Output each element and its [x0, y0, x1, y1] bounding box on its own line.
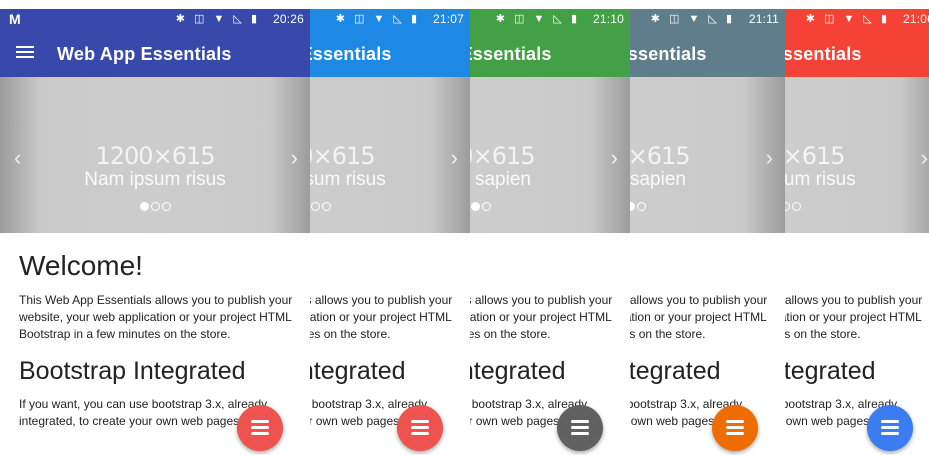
chevron-right-icon[interactable]: › [766, 145, 773, 171]
list-menu-icon[interactable] [867, 405, 913, 451]
app-bar: Web App Essentials [630, 29, 785, 77]
status-time: 21:06 [902, 12, 929, 26]
section-heading: Bootstrap Integrated [19, 357, 246, 385]
screen-panel: M ✱ ◫ ▼ ◺ ▮ 21:06 Web App Essentials ‹ 1… [785, 0, 929, 455]
welcome-paragraph: This Web App Essentials allows you to pu… [630, 293, 768, 341]
carousel-dot[interactable] [636, 202, 646, 211]
welcome-paragraph: This Web App Essentials allows you to pu… [785, 293, 923, 341]
list-menu-icon[interactable] [397, 405, 443, 451]
chevron-right-icon[interactable]: › [291, 145, 298, 171]
chevron-right-icon[interactable]: › [451, 145, 458, 171]
status-icons: ✱ ◫ ▼ ◺ ▮ [335, 13, 420, 25]
image-carousel[interactable]: ‹ 1200×615 Nam ipsum risus › [310, 77, 470, 233]
carousel-caption: Ligula sapien [630, 169, 686, 190]
section-heading: Bootstrap Integrated [310, 357, 406, 385]
screen-panel: M ✱ ◫ ▼ ◺ ▮ 21:07 Web App Essentials ‹ 1… [310, 0, 470, 455]
welcome-heading: Welcome! [19, 250, 143, 281]
section-heading: Bootstrap Integrated [630, 357, 721, 385]
phone-screen: M ✱ ◫ ▼ ◺ ▮ 21:06 Web App Essentials ‹ 1… [785, 0, 929, 455]
section-heading: Bootstrap Integrated [785, 357, 876, 385]
placeholder-size-label: 1200×615 [310, 142, 376, 170]
carousel-dot[interactable] [630, 202, 635, 211]
carousel-caption: Nam ipsum risus [84, 169, 226, 190]
list-menu-icon[interactable] [557, 405, 603, 451]
status-icons: ✱ ◫ ▼ ◺ ▮ [495, 13, 580, 25]
carousel-caption: Nam ipsum risus [310, 169, 386, 190]
phone-screen: M ✱ ◫ ▼ ◺ ▮ 21:10 Web App Essentials ‹ 1… [470, 0, 630, 455]
carousel-dot[interactable] [310, 202, 320, 211]
carousel-dot[interactable] [139, 202, 149, 211]
status-time: 21:07 [432, 12, 464, 26]
carousel-dot[interactable] [481, 202, 491, 211]
carousel-dot[interactable] [470, 202, 480, 211]
chevron-right-icon[interactable]: › [921, 145, 928, 171]
list-menu-icon[interactable] [237, 405, 283, 451]
carousel-caption: Ligula sapien [470, 169, 531, 190]
list-menu-icon[interactable] [712, 405, 758, 451]
app-title: Web App Essentials [310, 44, 392, 64]
section-paragraph: If you want, you can use bootstrap 3.x, … [19, 397, 268, 428]
status-bar: M ✱ ◫ ▼ ◺ ▮ 21:10 [470, 9, 630, 29]
carousel-dot[interactable] [791, 202, 801, 211]
status-bar: M ✱ ◫ ▼ ◺ ▮ 21:07 [310, 9, 470, 29]
status-time: 21:11 [748, 12, 779, 26]
status-time: 21:10 [592, 12, 624, 26]
image-carousel[interactable]: ‹ 1200×615 Ligula sapien › [470, 77, 630, 233]
welcome-paragraph: This Web App Essentials allows you to pu… [19, 293, 293, 341]
app-bar: Web App Essentials [785, 29, 929, 77]
screen-panel: M ✱ ◫ ▼ ◺ ▮ 21:10 Web App Essentials ‹ 1… [470, 0, 630, 455]
placeholder-size-label: 1200×615 [470, 142, 536, 170]
status-bar: M ✱ ◫ ▼ ◺ ▮ 21:11 [630, 9, 785, 29]
status-icons: ✱ ◫ ▼ ◺ ▮ [650, 13, 735, 25]
carousel-indicators [0, 202, 310, 211]
carousel-dot[interactable] [321, 202, 331, 211]
carousel-dot[interactable] [785, 202, 790, 211]
carousel-dot[interactable] [150, 202, 160, 211]
app-bar: Web App Essentials [310, 29, 470, 77]
phone-screen: M ✱ ◫ ▼ ◺ ▮ 20:26 Web App Essentials ‹ 1… [0, 0, 310, 455]
status-icons: ✱ ◫ ▼ ◺ ▮ [805, 13, 890, 25]
welcome-paragraph: This Web App Essentials allows you to pu… [470, 293, 613, 341]
screen-panel: M ✱ ◫ ▼ ◺ ▮ 21:11 Web App Essentials ‹ 1… [630, 0, 785, 455]
app-title: Web App Essentials [785, 44, 862, 64]
status-bar: M ✱ ◫ ▼ ◺ ▮ 21:06 [785, 9, 929, 29]
carousel-dot[interactable] [161, 202, 171, 211]
placeholder-size-label: 1200×615 [630, 142, 691, 170]
placeholder-size-label: 1200×615 [785, 142, 846, 170]
carousel-indicators [470, 202, 630, 211]
app-bar: Web App Essentials [470, 29, 630, 77]
status-icons: ✱ ◫ ▼ ◺ ▮ [175, 13, 260, 25]
placeholder-size-label: 1200×615 [95, 142, 216, 170]
app-title: Web App Essentials [630, 44, 707, 64]
carousel-indicators [310, 202, 470, 211]
phone-screen: M ✱ ◫ ▼ ◺ ▮ 21:11 Web App Essentials ‹ 1… [630, 0, 785, 455]
welcome-paragraph: This Web App Essentials allows you to pu… [310, 293, 453, 341]
image-carousel[interactable]: ‹ 1200×615 Ligula sapien › [630, 77, 785, 233]
app-title: Web App Essentials [57, 44, 232, 64]
chevron-right-icon[interactable]: › [611, 145, 618, 171]
carousel-caption: Nam ipsum risus [785, 169, 856, 190]
app-title: Web App Essentials [470, 44, 552, 64]
status-time: 20:26 [272, 12, 304, 26]
hamburger-menu-icon[interactable] [16, 43, 34, 63]
screen-panel: M ✱ ◫ ▼ ◺ ▮ 20:26 Web App Essentials ‹ 1… [0, 0, 310, 455]
image-carousel[interactable]: ‹ 1200×615 Nam ipsum risus › [0, 77, 310, 233]
image-carousel[interactable]: ‹ 1200×615 Nam ipsum risus › [785, 77, 929, 233]
app-bar: Web App Essentials [0, 29, 310, 77]
status-bar: M ✱ ◫ ▼ ◺ ▮ 20:26 [0, 9, 310, 29]
phone-screen: M ✱ ◫ ▼ ◺ ▮ 21:07 Web App Essentials ‹ 1… [310, 0, 470, 455]
carousel-indicators [785, 202, 929, 211]
carousel-indicators [630, 202, 785, 211]
carrier-icon: M [9, 11, 21, 27]
section-heading: Bootstrap Integrated [470, 357, 566, 385]
